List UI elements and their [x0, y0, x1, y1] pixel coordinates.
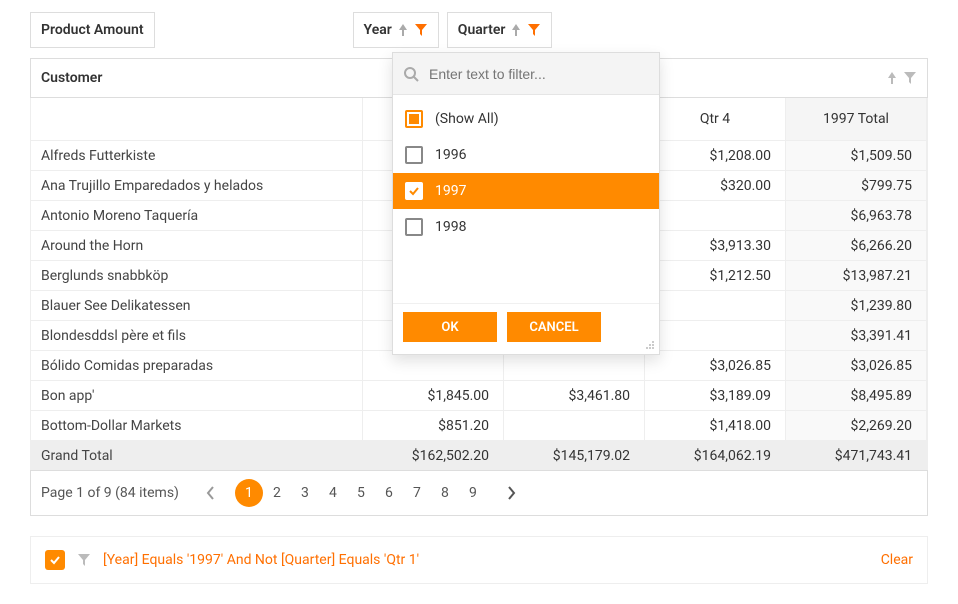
cell-value: $8,495.89	[850, 388, 912, 404]
pager-page-6[interactable]: 6	[375, 479, 403, 507]
customer-name: Alfreds Futterkiste	[41, 148, 155, 164]
cell-value: $6,266.20	[850, 238, 912, 254]
filter-clear-button[interactable]: Clear	[881, 552, 913, 568]
grand-total-label: Grand Total	[41, 448, 113, 464]
cell-value: $799.75	[861, 178, 912, 194]
cell-value: $1,845.00	[427, 388, 489, 404]
pager-prev-icon[interactable]	[197, 479, 225, 507]
filter-bar: [Year] Equals '1997' And Not [Quarter] E…	[30, 536, 928, 584]
customer-name: Bólido Comidas preparadas	[41, 358, 213, 374]
row-field-label: Customer	[41, 70, 102, 86]
grand-total-row: Grand Total $162,502.20 $145,179.02 $164…	[31, 440, 927, 470]
ok-button[interactable]: OK	[403, 312, 497, 342]
table-row: Bon app' $1,845.00 $3,461.80 $3,189.09 $8,49…	[31, 380, 927, 410]
checkbox-checked-icon[interactable]	[405, 182, 423, 200]
pager-page-1[interactable]: 1	[235, 479, 263, 507]
filter-icon[interactable]	[414, 23, 428, 37]
column-header-total[interactable]: 1997 Total	[786, 98, 927, 140]
field-label: Quarter	[458, 22, 506, 38]
checkbox-unchecked-icon[interactable]	[405, 146, 423, 164]
filter-icon[interactable]	[903, 71, 917, 85]
cell-value: $164,062.19	[694, 448, 771, 464]
field-chip-year[interactable]: Year	[353, 12, 439, 48]
cell-value: $1,239.80	[850, 298, 912, 314]
cell-value: $1,208.00	[709, 148, 771, 164]
cell-value: $3,026.85	[709, 358, 771, 374]
customer-name: Antonio Moreno Taquería	[41, 208, 198, 224]
filter-option-label: 1998	[435, 219, 466, 235]
pager-page-9[interactable]: 9	[459, 479, 487, 507]
pager-info: Page 1 of 9 (84 items)	[41, 485, 179, 501]
checkbox-indeterminate-icon[interactable]	[405, 110, 423, 128]
cell-value: $1,418.00	[709, 418, 771, 434]
cell-value: $471,743.41	[835, 448, 912, 464]
cell-value: $162,502.20	[412, 448, 489, 464]
table-row: Bottom-Dollar Markets $851.20 $1,418.00 $2,…	[31, 410, 927, 440]
resize-handle-icon[interactable]	[645, 340, 655, 350]
filter-search	[393, 53, 659, 95]
cell-value: $6,963.78	[850, 208, 912, 224]
sort-asc-icon[interactable]	[887, 72, 897, 84]
cell-value: $3,461.80	[568, 388, 630, 404]
filter-option-label: (Show All)	[435, 111, 499, 127]
cell-value: $851.20	[438, 418, 489, 434]
field-label: Product Amount	[41, 22, 144, 38]
cell-value: $145,179.02	[553, 448, 630, 464]
year-filter-popover: (Show All) 1996 1997 1998 OK CANCEL	[392, 52, 660, 355]
pager-next-icon[interactable]	[497, 479, 525, 507]
cell-value: $1,509.50	[850, 148, 912, 164]
sort-asc-icon[interactable]	[398, 24, 408, 36]
filter-expression[interactable]: [Year] Equals '1997' And Not [Quarter] E…	[103, 552, 419, 568]
cell-value: $3,391.41	[850, 328, 912, 344]
search-icon	[403, 66, 419, 82]
customer-name: Blauer See Delikatessen	[41, 298, 190, 314]
pager: Page 1 of 9 (84 items) 123456789	[30, 470, 928, 516]
cell-value: $13,987.21	[843, 268, 912, 284]
pager-page-7[interactable]: 7	[403, 479, 431, 507]
filter-icon[interactable]	[77, 553, 91, 567]
filter-option[interactable]: 1996	[393, 137, 659, 173]
filter-option-label: 1996	[435, 147, 466, 163]
filter-option[interactable]: 1997	[393, 173, 659, 209]
filter-option[interactable]: (Show All)	[393, 101, 659, 137]
sort-asc-icon[interactable]	[511, 24, 521, 36]
cell-value: $3,189.09	[709, 388, 771, 404]
pager-page-5[interactable]: 5	[347, 479, 375, 507]
cell-value: $3,913.30	[709, 238, 771, 254]
pager-page-4[interactable]: 4	[319, 479, 347, 507]
filter-search-input[interactable]	[429, 66, 649, 82]
pager-page-8[interactable]: 8	[431, 479, 459, 507]
checkbox-unchecked-icon[interactable]	[405, 218, 423, 236]
pager-page-3[interactable]: 3	[291, 479, 319, 507]
pager-page-2[interactable]: 2	[263, 479, 291, 507]
customer-name: Blondesddsl père et fils	[41, 328, 186, 344]
cancel-button[interactable]: CANCEL	[507, 312, 601, 342]
cell-value: $3,026.85	[850, 358, 912, 374]
field-label: Year	[364, 22, 392, 38]
cell-value: $1,212.50	[709, 268, 771, 284]
cell-value: $2,269.20	[850, 418, 912, 434]
filter-option-label: 1997	[435, 183, 466, 199]
customer-name: Berglunds snabbköp	[41, 268, 168, 284]
filter-icon[interactable]	[527, 23, 541, 37]
field-chip-quarter[interactable]: Quarter	[447, 12, 553, 48]
cell-value: $320.00	[720, 178, 771, 194]
field-chip-measure[interactable]: Product Amount	[30, 12, 155, 48]
customer-name: Bottom-Dollar Markets	[41, 418, 181, 434]
column-header-qtr4[interactable]: Qtr 4	[645, 98, 786, 140]
customer-name: Bon app'	[41, 388, 95, 404]
customer-name: Ana Trujillo Emparedados y helados	[41, 178, 263, 194]
customer-name: Around the Horn	[41, 238, 143, 254]
filter-enabled-checkbox[interactable]	[45, 550, 65, 570]
filter-option[interactable]: 1998	[393, 209, 659, 245]
